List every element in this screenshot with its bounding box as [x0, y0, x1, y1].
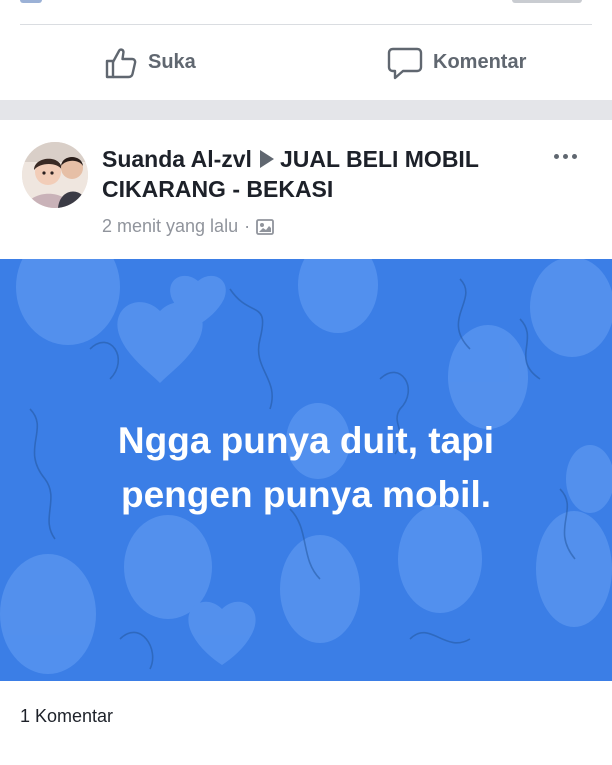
timestamp[interactable]: 2 menit yang lalu — [102, 216, 238, 237]
comments-count[interactable]: 1 Komentar — [20, 706, 113, 727]
more-dot — [562, 153, 568, 159]
like-label: Suka — [148, 51, 196, 73]
comment-button[interactable]: Komentar — [387, 25, 526, 100]
feed-separator — [0, 100, 612, 120]
comment-label: Komentar — [433, 51, 527, 73]
more-dot — [571, 153, 577, 159]
post-card: Suanda Al-zvl JUAL BELI MOBIL CIKARANG - … — [0, 120, 612, 765]
action-bar: Suka Komentar — [0, 25, 612, 100]
speech-bubble-icon — [387, 47, 423, 79]
background-post[interactable]: Ngga punya duit, tapi pengen punya mobil… — [0, 259, 612, 681]
more-options-button[interactable] — [548, 146, 582, 166]
like-button[interactable]: Suka — [104, 25, 196, 100]
avatar[interactable] — [22, 142, 88, 208]
triangle-right-icon — [259, 149, 274, 168]
post-header-title: Suanda Al-zvl JUAL BELI MOBIL CIKARANG - … — [102, 144, 522, 204]
previous-post-fragment — [20, 0, 42, 3]
post-text-line: pengen punya mobil. — [120, 474, 492, 515]
author-name[interactable]: Suanda Al-zvl — [102, 146, 252, 172]
previous-post-fragment — [512, 0, 582, 3]
group-photo-icon — [256, 218, 274, 235]
thumbs-up-icon — [105, 47, 137, 78]
separator-dot: · — [244, 216, 251, 236]
post-text: Ngga punya duit, tapi pengen punya mobil… — [0, 414, 612, 522]
post-text-line: Ngga punya duit, tapi — [117, 420, 495, 461]
more-dots-icon — [553, 153, 559, 159]
previous-post-bottom — [0, 0, 612, 24]
post-meta: 2 menit yang lalu · — [102, 216, 274, 237]
